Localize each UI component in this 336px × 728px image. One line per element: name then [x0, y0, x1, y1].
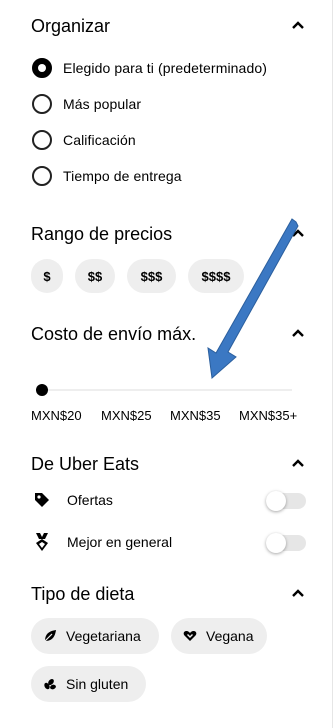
sort-option-label: Calificación [63, 132, 136, 148]
sort-option-rating[interactable]: Calificación [32, 129, 136, 151]
diet-chip-vegan[interactable]: Vegana [171, 618, 267, 654]
toggle-knob [266, 533, 286, 553]
radio-icon [32, 130, 52, 150]
slider-handle[interactable] [36, 384, 48, 396]
radio-icon [32, 166, 52, 186]
uber-section-title: De Uber Eats [31, 454, 140, 474]
chevron-up-icon[interactable] [292, 229, 304, 237]
heart-icon [183, 631, 197, 641]
diet-chip-label: Vegetariana [66, 628, 141, 644]
sort-option-label: Tiempo de entrega [63, 168, 182, 184]
diet-chip-gluten-free[interactable]: Sin gluten [31, 666, 146, 702]
chevron-up-icon[interactable] [292, 589, 304, 597]
sort-option-delivery-time[interactable]: Tiempo de entrega [32, 165, 182, 187]
grain-icon [44, 678, 56, 690]
delivery-fee-slider[interactable] [36, 383, 294, 397]
slider-tick-label: MXN$35 [170, 408, 221, 423]
price-chip-1[interactable]: $ [31, 259, 63, 293]
panel-divider [332, 0, 333, 728]
best-overall-label: Mejor en general [67, 534, 173, 550]
price-chip-3[interactable]: $$$ [127, 259, 176, 293]
price-chip-2[interactable]: $$ [75, 259, 115, 293]
diet-chip-label: Sin gluten [66, 676, 129, 692]
best-overall-toggle[interactable] [266, 533, 306, 553]
offers-label: Ofertas [67, 492, 113, 508]
price-chip-4[interactable]: $$$$ [188, 259, 244, 293]
sort-section-title: Organizar [31, 16, 111, 36]
chevron-up-icon[interactable] [292, 459, 304, 467]
diet-chip-vegetarian[interactable]: Vegetariana [31, 618, 159, 654]
sort-option-popular[interactable]: Más popular [32, 93, 141, 115]
radio-selected-icon [32, 58, 52, 78]
chevron-up-icon[interactable] [292, 329, 304, 337]
toggle-knob [266, 491, 286, 511]
diet-section-title: Tipo de dieta [31, 584, 135, 604]
sort-option-label: Elegido para ti (predeterminado) [63, 60, 267, 76]
slider-tick-label: MXN$35+ [239, 408, 298, 423]
slider-track [36, 389, 292, 391]
sort-option-label: Más popular [63, 96, 142, 112]
price-section-title: Rango de precios [31, 224, 173, 244]
delivery-fee-section-title: Costo de envío máx. [31, 324, 197, 344]
slider-tick-label: MXN$25 [101, 408, 152, 423]
medal-icon [36, 533, 48, 551]
offers-toggle[interactable] [266, 491, 306, 511]
diet-chip-label: Vegana [206, 628, 254, 644]
radio-icon [32, 94, 52, 114]
slider-tick-label: MXN$20 [31, 408, 82, 423]
leaf-icon [44, 630, 56, 642]
chevron-up-icon[interactable] [292, 21, 304, 29]
tag-icon [35, 493, 49, 507]
sort-option-recommended[interactable]: Elegido para ti (predeterminado) [32, 57, 267, 79]
